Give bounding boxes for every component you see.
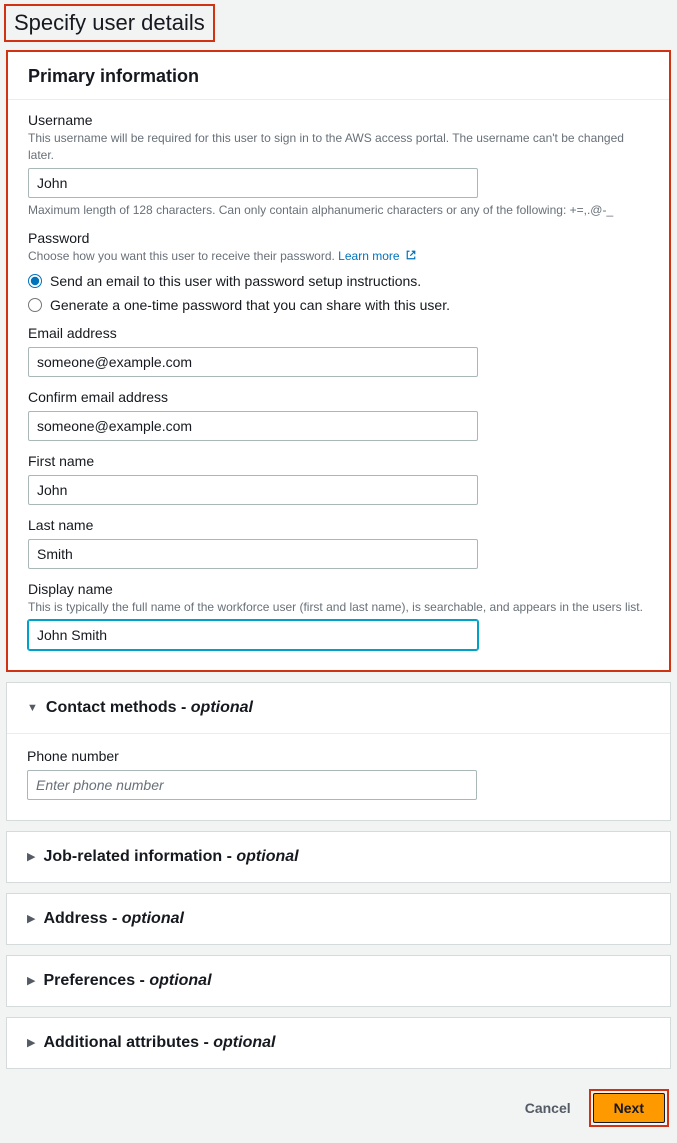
additional-optional-tag: optional <box>213 1034 275 1051</box>
username-constraint: Maximum length of 128 characters. Can on… <box>28 202 649 219</box>
learn-more-link[interactable]: Learn more <box>338 249 417 263</box>
caret-right-icon: ▶ <box>27 912 35 925</box>
username-label: Username <box>28 112 649 128</box>
display-name-hint: This is typically the full name of the w… <box>28 599 649 616</box>
confirm-email-input[interactable] <box>28 411 478 441</box>
contact-methods-panel: ▼ Contact methods - optional Phone numbe… <box>6 682 671 821</box>
contact-methods-title: Contact methods - <box>46 699 191 716</box>
next-button[interactable]: Next <box>593 1093 665 1123</box>
additional-attrs-panel: ▶ Additional attributes - optional <box>6 1017 671 1069</box>
job-info-panel: ▶ Job-related information - optional <box>6 831 671 883</box>
phone-input[interactable] <box>27 770 477 800</box>
external-link-icon <box>405 249 417 261</box>
email-input[interactable] <box>28 347 478 377</box>
password-otp-radio[interactable] <box>28 298 42 312</box>
caret-right-icon: ▶ <box>27 1036 35 1049</box>
last-name-label: Last name <box>28 517 649 533</box>
preferences-toggle[interactable]: ▶ Preferences - optional <box>7 956 670 1006</box>
caret-right-icon: ▶ <box>27 850 35 863</box>
confirm-email-label: Confirm email address <box>28 389 649 405</box>
username-hint: This username will be required for this … <box>28 130 649 164</box>
primary-info-panel: Primary information Username This userna… <box>6 50 671 672</box>
first-name-label: First name <box>28 453 649 469</box>
page-title: Specify user details <box>4 4 215 42</box>
preferences-panel: ▶ Preferences - optional <box>6 955 671 1007</box>
contact-optional-tag: optional <box>191 699 253 716</box>
preferences-optional-tag: optional <box>149 972 211 989</box>
job-optional-tag: optional <box>236 848 298 865</box>
display-name-label: Display name <box>28 581 649 597</box>
display-name-input[interactable] <box>28 620 478 650</box>
address-optional-tag: optional <box>122 910 184 927</box>
address-panel: ▶ Address - optional <box>6 893 671 945</box>
additional-attrs-toggle[interactable]: ▶ Additional attributes - optional <box>7 1018 670 1068</box>
password-email-label: Send an email to this user with password… <box>50 273 421 289</box>
password-label: Password <box>28 230 649 246</box>
preferences-title: Preferences - <box>43 972 149 989</box>
email-label: Email address <box>28 325 649 341</box>
contact-methods-toggle[interactable]: ▼ Contact methods - optional <box>7 683 670 733</box>
password-hint: Choose how you want this user to receive… <box>28 248 649 265</box>
password-otp-label: Generate a one-time password that you ca… <box>50 297 450 313</box>
primary-info-heading: Primary information <box>28 66 649 87</box>
job-info-toggle[interactable]: ▶ Job-related information - optional <box>7 832 670 882</box>
username-input[interactable] <box>28 168 478 198</box>
job-info-title: Job-related information - <box>43 848 236 865</box>
additional-attrs-title: Additional attributes - <box>43 1034 213 1051</box>
address-toggle[interactable]: ▶ Address - optional <box>7 894 670 944</box>
password-email-radio[interactable] <box>28 274 42 288</box>
caret-right-icon: ▶ <box>27 974 35 987</box>
cancel-button[interactable]: Cancel <box>521 1094 575 1122</box>
first-name-input[interactable] <box>28 475 478 505</box>
phone-label: Phone number <box>27 748 650 764</box>
address-title: Address - <box>43 910 121 927</box>
caret-down-icon: ▼ <box>27 702 38 714</box>
last-name-input[interactable] <box>28 539 478 569</box>
